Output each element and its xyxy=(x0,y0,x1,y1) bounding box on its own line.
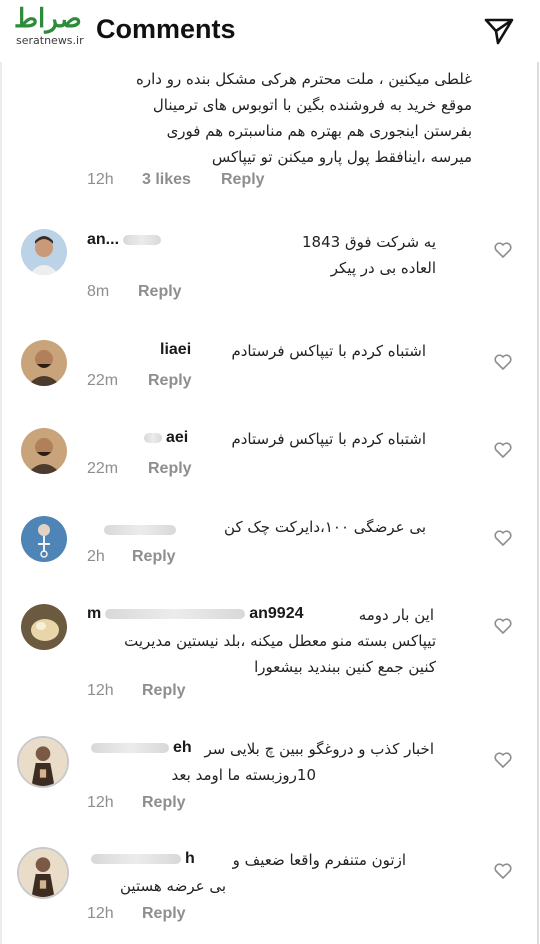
avatar[interactable] xyxy=(21,516,67,562)
avatar[interactable] xyxy=(21,229,67,275)
heart-icon[interactable] xyxy=(494,354,512,370)
comment-line: یه شرکت فوق 1843 xyxy=(302,233,436,251)
reply-button[interactable]: Reply xyxy=(138,283,182,301)
reply-button[interactable]: Reply xyxy=(132,548,176,566)
watermark-url: seratnews.ir xyxy=(16,34,84,47)
username[interactable]: aei xyxy=(140,427,188,447)
comment-body: اشتباه کردم با تیپاکس فرستادم xyxy=(86,338,436,364)
page-title: Comments xyxy=(96,14,236,44)
comment-line: موقع خرید به فروشنده بگین با اتوبوس های … xyxy=(152,96,472,114)
send-icon[interactable] xyxy=(484,17,514,45)
comment-line: تیپاکس بسته منو معطل میکنه ،بلد نیستین م… xyxy=(124,632,436,650)
heart-icon[interactable] xyxy=(494,530,512,546)
username[interactable]: h xyxy=(87,848,195,868)
left-edge xyxy=(0,0,2,944)
avatar[interactable] xyxy=(17,736,69,788)
reply-button[interactable]: Reply xyxy=(142,905,186,923)
comment-time: 8m xyxy=(87,283,110,300)
comment-time: 12h xyxy=(87,682,114,699)
heart-icon[interactable] xyxy=(494,242,512,258)
comment-time: 12h xyxy=(87,171,114,188)
comment-line: العاده بی در پیکر xyxy=(330,259,436,277)
username[interactable] xyxy=(100,519,180,538)
comment-line: بفرستن اینجوری هم بهتره هم مناسبتره هم ف… xyxy=(166,122,472,140)
reply-button[interactable]: Reply xyxy=(148,460,192,478)
username[interactable]: an... xyxy=(87,229,165,249)
username[interactable]: m an9924 xyxy=(87,603,304,623)
watermark: صراط seratnews.ir xyxy=(14,4,96,48)
comment-time: 2h xyxy=(87,548,105,565)
reply-button[interactable]: Reply xyxy=(142,682,186,700)
comment-body: اشتباه کردم با تیپاکس فرستادم xyxy=(86,426,436,452)
redacted-username xyxy=(144,432,162,443)
comment-line: بی عرضه هستین xyxy=(120,877,226,895)
comment-time: 12h xyxy=(87,905,114,922)
comment-text: غلطی میکنین ، ملت محترم هرکی مشکل بنده ر… xyxy=(86,66,472,170)
redacted-username xyxy=(91,853,181,864)
watermark-logo: صراط xyxy=(14,4,82,34)
username[interactable]: eh xyxy=(87,737,192,757)
reply-button[interactable]: Reply xyxy=(148,372,192,390)
comment-time: 12h xyxy=(87,794,114,811)
comment-line: غلطی میکنین ، ملت محترم هرکی مشکل بنده ر… xyxy=(136,70,472,88)
heart-icon[interactable] xyxy=(494,442,512,458)
redacted-username xyxy=(104,524,176,535)
scrollbar-track[interactable] xyxy=(537,0,539,944)
reply-button[interactable]: Reply xyxy=(142,794,186,812)
header-bar: صراط seratnews.ir Comments xyxy=(0,0,540,62)
likes-count[interactable]: 3 likes xyxy=(142,171,191,189)
comment-line: کنین جمع کنین ببندید بیشعورا xyxy=(254,658,436,676)
heart-icon[interactable] xyxy=(494,618,512,634)
comment-line: میرسه ،اینافقط پول پارو میکنن تو تیپاکس xyxy=(211,148,472,166)
comment-line: اشتباه کردم با تیپاکس فرستادم xyxy=(231,430,426,448)
heart-icon[interactable] xyxy=(494,863,512,879)
redacted-username xyxy=(91,742,169,753)
comment-line: 10روزبسته ما اومد بعد xyxy=(171,766,316,784)
avatar[interactable] xyxy=(21,340,67,386)
comment-time: 22m xyxy=(87,460,119,477)
avatar[interactable] xyxy=(17,847,69,899)
reply-button[interactable]: Reply xyxy=(221,171,265,189)
heart-icon[interactable] xyxy=(494,752,512,768)
redacted-username xyxy=(105,608,246,619)
redacted-username xyxy=(123,234,162,245)
comment-time: 22m xyxy=(87,372,119,389)
username[interactable]: liaei xyxy=(160,339,191,359)
comment-line: اشتباه کردم با تیپاکس فرستادم xyxy=(231,342,426,360)
comment-top: غلطی میکنین ، ملت محترم هرکی مشکل بنده ر… xyxy=(86,66,472,170)
avatar[interactable] xyxy=(21,604,67,650)
avatar[interactable] xyxy=(21,428,67,474)
